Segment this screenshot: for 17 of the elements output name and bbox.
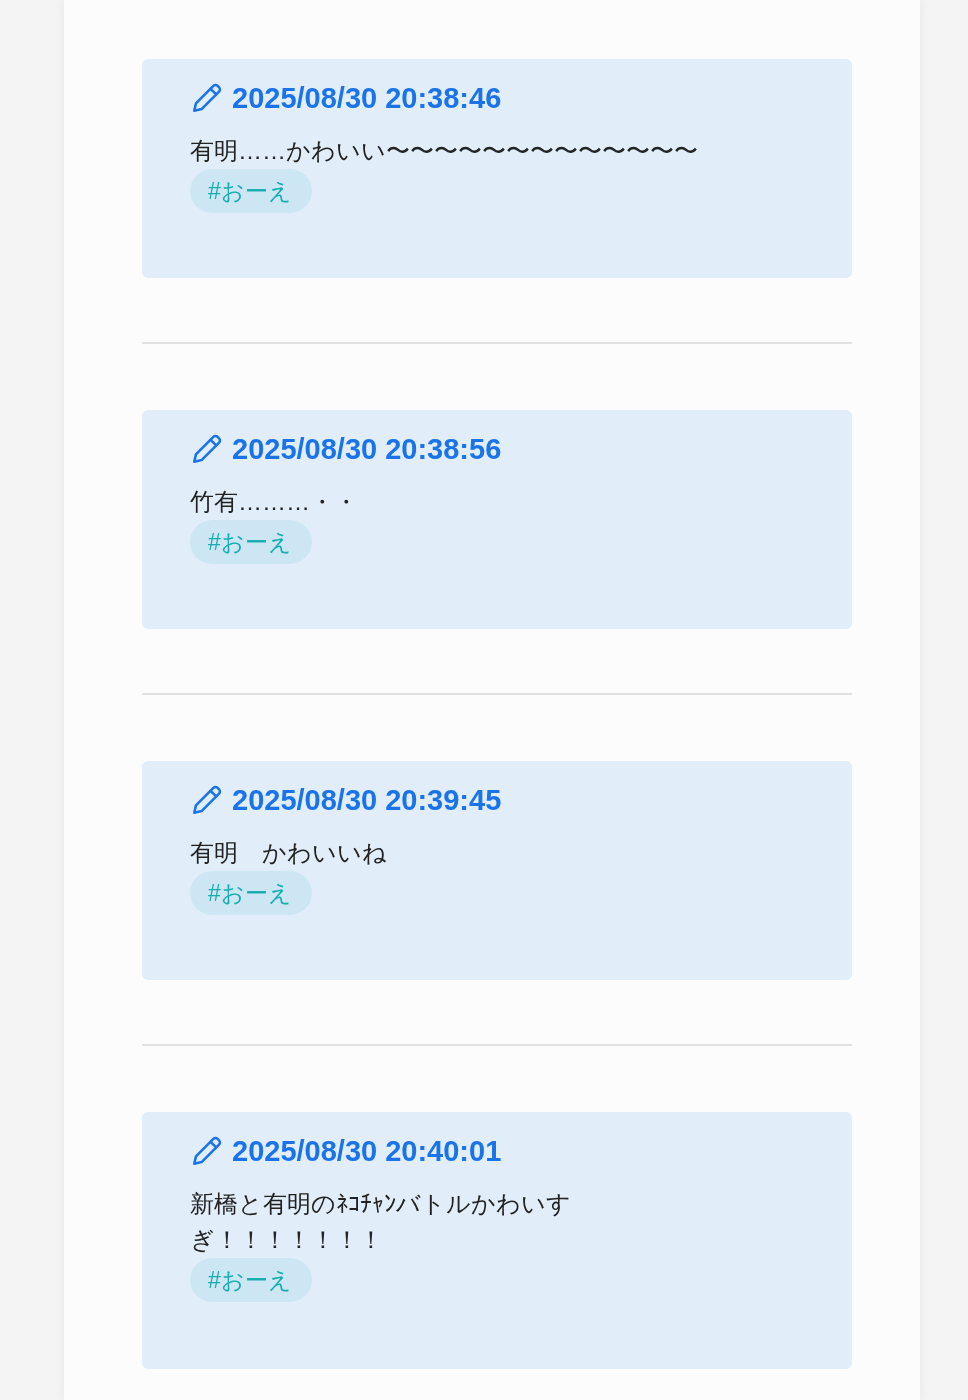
post-text-line: ぎ！！！！！！！ <box>190 1225 383 1255</box>
pencil-icon[interactable] <box>190 432 224 466</box>
hashtag-chip[interactable]: #おーえ <box>190 1258 312 1302</box>
post-text-line: 有明……かわいい〜〜〜〜〜〜〜〜〜〜〜〜〜 <box>190 136 698 166</box>
hashtag-chip[interactable]: #おーえ <box>190 169 312 213</box>
pencil-icon[interactable] <box>190 81 224 115</box>
post-text-line: 有明 かわいいね <box>190 838 387 868</box>
post-timestamp: 2025/08/30 20:38:46 <box>232 81 502 115</box>
pencil-icon[interactable] <box>190 783 224 817</box>
hashtag-chip[interactable]: #おーえ <box>190 520 312 564</box>
post-text-line: 竹有………・・ <box>190 487 358 517</box>
post-timestamp: 2025/08/30 20:40:01 <box>232 1134 502 1168</box>
post-text-line: 新橋と有明のﾈｺﾁｬﾝバトルかわいす <box>190 1189 571 1219</box>
hashtag-chip[interactable]: #おーえ <box>190 871 312 915</box>
post-timestamp: 2025/08/30 20:39:45 <box>232 783 502 817</box>
post-timestamp: 2025/08/30 20:38:56 <box>232 432 502 466</box>
pencil-icon[interactable] <box>190 1134 224 1168</box>
